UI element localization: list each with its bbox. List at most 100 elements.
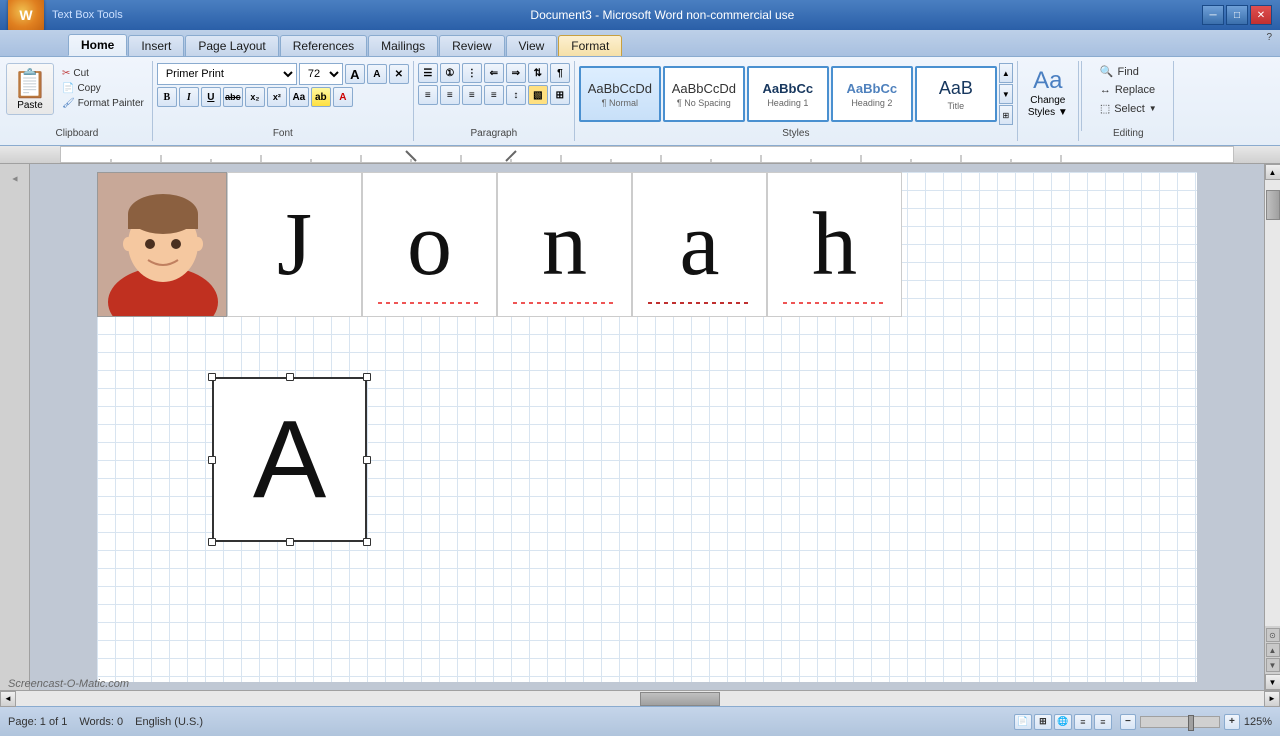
line-spacing-button[interactable]: ↕ [506,85,526,105]
tab-home[interactable]: Home [68,34,127,56]
font-size-select[interactable]: 72 [299,63,343,85]
styles-gallery: AaBbCcDd ¶ Normal AaBbCcDd ¶ No Spacing … [579,63,1013,125]
numbering-button[interactable]: ① [440,63,460,83]
style-heading1[interactable]: AaBbCc Heading 1 [747,66,829,122]
cut-button[interactable]: ✂ Cut [58,67,148,80]
font-label: Font [153,128,413,139]
full-screen-view[interactable]: ⊞ [1034,714,1052,730]
handle-bottom-right[interactable] [363,538,371,546]
bullets-button[interactable]: ☰ [418,63,438,83]
scroll-up-button[interactable]: ▲ [1265,164,1280,180]
web-layout-view[interactable]: 🌐 [1054,714,1072,730]
align-right-button[interactable]: ≡ [462,85,482,105]
font-name-select[interactable]: Primer Print [157,63,297,85]
align-center-button[interactable]: ≡ [440,85,460,105]
style-no-spacing[interactable]: AaBbCcDd ¶ No Spacing [663,66,745,122]
handle-top-right[interactable] [363,373,371,381]
print-layout-view[interactable]: 📄 [1014,714,1032,730]
styles-scroll-more[interactable]: ⊞ [999,105,1013,125]
paragraph-label: Paragraph [414,128,574,139]
scroll-down-button[interactable]: ▼ [1265,674,1280,690]
clipboard-label: Clipboard [2,128,152,139]
zoom-slider-thumb[interactable] [1188,715,1194,731]
paragraph-group: ☰ ① ⋮ ⇐ ⇒ ⇅ ¶ ≡ ≡ ≡ ≡ ↕ ▧ [414,61,575,141]
maximize-button[interactable]: □ [1226,5,1248,25]
strikethrough-button[interactable]: abc [223,87,243,107]
font-color-button[interactable]: A [333,87,353,107]
doc-page[interactable]: J o n a h [30,164,1264,690]
zoom-out-button[interactable]: − [1120,714,1136,730]
find-button[interactable]: 🔍 Find [1094,63,1163,80]
handle-middle-right[interactable] [363,456,371,464]
select-browse-object[interactable]: ⊙ [1266,628,1280,642]
h-scroll-right-button[interactable]: ► [1264,691,1280,707]
draft-view[interactable]: ≡ [1094,714,1112,730]
h-scroll-track[interactable] [16,691,1264,706]
handle-top-middle[interactable] [286,373,294,381]
handle-top-left[interactable] [208,373,216,381]
change-case-button[interactable]: Aa [289,87,309,107]
tab-insert[interactable]: Insert [128,35,184,56]
font-grow-button[interactable]: A [345,64,365,84]
superscript-button[interactable]: x² [267,87,287,107]
horizontal-scrollbar: ◄ ► [0,690,1280,706]
letter-card-J: J [227,172,362,317]
clear-formatting-button[interactable]: ✕ [389,64,409,84]
font-shrink-button[interactable]: A [367,64,387,84]
align-left-button[interactable]: ≡ [418,85,438,105]
styles-scroll-up[interactable]: ▲ [999,63,1013,83]
highlight-button[interactable]: ab [311,87,331,107]
tab-format[interactable]: Format [558,35,622,56]
styles-scroll-down[interactable]: ▼ [999,84,1013,104]
borders-button[interactable]: ⊞ [550,85,570,105]
underline-button[interactable]: U [201,87,221,107]
zoom-in-button[interactable]: + [1224,714,1240,730]
multilevel-button[interactable]: ⋮ [462,63,482,83]
tab-page-layout[interactable]: Page Layout [185,35,278,56]
title-bar-controls[interactable]: ─ □ ✕ [1202,5,1272,25]
second-row: A [97,377,1197,597]
sort-button[interactable]: ⇅ [528,63,548,83]
increase-indent-button[interactable]: ⇒ [506,63,526,83]
outline-view[interactable]: ≡ [1074,714,1092,730]
next-page-button[interactable]: ▼ [1266,658,1280,672]
h-scroll-left-button[interactable]: ◄ [0,691,16,707]
copy-button[interactable]: 📄 Copy [58,82,148,95]
tab-references[interactable]: References [280,35,367,56]
handle-middle-left[interactable] [208,456,216,464]
tab-mailings[interactable]: Mailings [368,35,438,56]
tab-view[interactable]: View [506,35,558,56]
style-title[interactable]: AaB Title [915,66,997,122]
subscript-button[interactable]: x₂ [245,87,265,107]
decrease-indent-button[interactable]: ⇐ [484,63,504,83]
words-count: Words: 0 [79,716,123,728]
tab-review[interactable]: Review [439,35,504,56]
scroll-thumb[interactable] [1266,190,1280,220]
select-button[interactable]: ⬚ Select ▼ [1094,100,1163,117]
italic-button[interactable]: I [179,87,199,107]
paste-button[interactable]: 📋 Paste [6,63,54,115]
scroll-track[interactable] [1265,180,1280,626]
justify-button[interactable]: ≡ [484,85,504,105]
shading-button[interactable]: ▧ [528,85,548,105]
previous-page-button[interactable]: ▲ [1266,643,1280,657]
replace-button[interactable]: ↔ Replace [1094,82,1163,98]
handle-bottom-left[interactable] [208,538,216,546]
change-styles-button[interactable]: Aa ChangeStyles ▼ [1022,63,1074,123]
help-button[interactable]: ? [1266,32,1272,43]
h-scroll-thumb[interactable] [640,692,720,706]
ribbon-divider [1081,61,1082,131]
text-box-container[interactable]: A [212,377,367,542]
close-button[interactable]: ✕ [1250,5,1272,25]
style-heading2[interactable]: AaBbCc Heading 2 [831,66,913,122]
font-group: Primer Print 72 A A ✕ B I U abc [153,61,414,141]
text-box-inner[interactable]: A [212,377,367,542]
zoom-slider[interactable] [1140,716,1220,728]
style-normal[interactable]: AaBbCcDd ¶ Normal [579,66,661,122]
bold-button[interactable]: B [157,87,177,107]
format-painter-button[interactable]: 🖌 Format Painter [58,97,148,110]
context-tool-label: Text Box Tools [52,9,123,21]
handle-bottom-middle[interactable] [286,538,294,546]
minimize-button[interactable]: ─ [1202,5,1224,25]
show-formatting-button[interactable]: ¶ [550,63,570,83]
